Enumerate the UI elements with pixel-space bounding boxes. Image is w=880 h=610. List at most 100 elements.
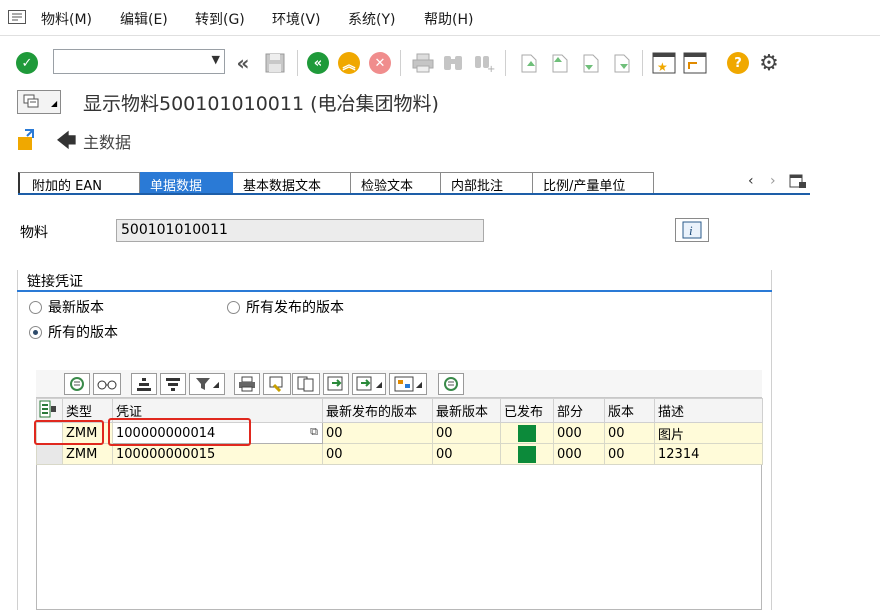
released-cell[interactable] — [500, 443, 554, 465]
export-icon[interactable] — [292, 373, 320, 395]
table-row[interactable]: ZMM 100000000015 00 00 000 00 12314 — [36, 443, 763, 465]
description-cell[interactable]: 12314 — [654, 443, 763, 465]
radio-label: 所有发布的版本 — [246, 300, 344, 316]
tab-list-icon[interactable] — [789, 173, 807, 193]
latest-released-cell[interactable]: 00 — [322, 422, 433, 444]
column-header[interactable]: 类型 — [62, 398, 113, 423]
radio-button[interactable] — [227, 300, 240, 314]
column-header[interactable]: 已发布 — [500, 398, 554, 423]
back-circle-icon[interactable]: « — [305, 50, 331, 76]
create-session-icon[interactable]: ★ — [651, 50, 677, 76]
document-cell[interactable]: 100000000014 ⧉ — [112, 422, 323, 444]
column-header[interactable]: 最新发布的版本 — [322, 398, 433, 423]
filter-icon[interactable]: ◢ — [189, 373, 225, 395]
find-icon[interactable] — [440, 50, 466, 76]
other-material-icon[interactable] — [17, 129, 39, 151]
tab-proportion-units[interactable]: 比例/产量单位 — [533, 172, 654, 194]
document-cell[interactable]: 100000000015 — [112, 443, 323, 465]
previous-page-icon[interactable] — [547, 50, 573, 76]
graphic-icon[interactable]: ◢ — [389, 373, 427, 395]
column-header[interactable]: 部分 — [553, 398, 605, 423]
print-icon[interactable] — [410, 50, 436, 76]
toolbar-separator — [505, 50, 506, 76]
find-next-icon[interactable]: + — [471, 50, 497, 76]
menu-bar: 物料(M) 编辑(E) 转到(G) 环境(V) 系统(Y) 帮助(H) — [0, 0, 880, 36]
back-icon[interactable]: « — [230, 50, 256, 76]
column-header[interactable]: 版本 — [604, 398, 655, 423]
arrow-left-icon[interactable]: 🡄 — [56, 130, 77, 150]
latest-version-cell[interactable]: 00 — [432, 422, 501, 444]
tab-inspection-text[interactable]: 检验文本 — [351, 172, 441, 194]
radio-all-versions[interactable]: 所有的版本 — [29, 322, 118, 342]
menu-system[interactable]: 系统(Y) — [348, 9, 395, 29]
glasses-icon[interactable] — [93, 373, 121, 395]
sort-ascending-icon[interactable] — [131, 373, 157, 395]
command-input[interactable] — [57, 50, 205, 72]
select-layout-icon[interactable]: ◢ — [352, 373, 386, 395]
group-title: 链接凭证 — [27, 274, 83, 290]
svg-text:★: ★ — [657, 60, 668, 74]
shortcut-icon[interactable] — [682, 50, 708, 76]
radio-all-released[interactable]: 所有发布的版本 — [227, 297, 344, 317]
row-selector[interactable] — [36, 443, 63, 465]
info-button[interactable]: i — [675, 218, 709, 242]
sort-descending-icon[interactable] — [160, 373, 186, 395]
tab-internal-comment[interactable]: 内部批注 — [441, 172, 533, 194]
radio-label: 所有的版本 — [48, 325, 118, 341]
latest-version-cell[interactable]: 00 — [432, 443, 501, 465]
print-icon[interactable] — [234, 373, 260, 395]
enter-icon[interactable]: ✓ — [14, 50, 40, 76]
select-all-cell[interactable] — [36, 398, 63, 423]
version-cell[interactable]: 00 — [604, 422, 655, 444]
row-selector[interactable] — [36, 422, 63, 444]
part-cell[interactable]: 000 — [553, 443, 605, 465]
column-header[interactable]: 描述 — [654, 398, 763, 423]
menu-icon[interactable] — [8, 10, 26, 24]
tab-additional-ean[interactable]: 附加的 EAN — [18, 172, 140, 194]
tab-document-data[interactable]: 单据数据 — [140, 172, 233, 194]
layout-icon[interactable] — [323, 373, 349, 395]
radio-latest-version[interactable]: 最新版本 — [29, 297, 104, 317]
tab-underline — [18, 193, 810, 195]
version-cell[interactable]: 00 — [604, 443, 655, 465]
radio-button[interactable] — [29, 300, 42, 314]
menu-goto[interactable]: 转到(G) — [195, 9, 245, 29]
command-field[interactable]: ▼ — [53, 49, 225, 74]
save-icon[interactable] — [262, 50, 288, 76]
table-header-row: 类型 凭证 最新发布的版本 最新版本 已发布 部分 版本 描述 — [36, 398, 763, 423]
menu-help[interactable]: 帮助(H) — [424, 9, 473, 29]
latest-released-cell[interactable]: 00 — [322, 443, 433, 465]
radio-label: 最新版本 — [48, 300, 104, 316]
last-page-icon[interactable] — [609, 50, 635, 76]
type-cell[interactable]: ZMM — [62, 422, 113, 444]
tab-basic-data-text[interactable]: 基本数据文本 — [233, 172, 351, 194]
information-icon[interactable] — [438, 373, 464, 395]
menu-environment[interactable]: 环境(V) — [272, 9, 321, 29]
screen-menu-button[interactable]: ◢ — [17, 90, 61, 114]
menu-edit[interactable]: 编辑(E) — [120, 9, 168, 29]
customize-icon[interactable]: ⚙ — [756, 50, 782, 76]
part-cell[interactable]: 000 — [553, 422, 605, 444]
material-label: 物料 — [20, 225, 48, 241]
exit-icon[interactable]: ︽ — [336, 50, 362, 76]
released-cell[interactable] — [500, 422, 554, 444]
table-row[interactable]: ZMM 100000000014 ⧉ 00 00 000 00 图片 — [36, 422, 763, 444]
cancel-icon[interactable]: ✕ — [367, 50, 393, 76]
first-page-icon[interactable] — [516, 50, 542, 76]
tab-scroll-left-icon[interactable]: ‹ — [748, 173, 754, 189]
details-icon[interactable] — [64, 373, 90, 395]
menu-material[interactable]: 物料(M) — [41, 9, 92, 29]
search-help-icon[interactable]: ⧉ — [310, 425, 318, 439]
main-data-button[interactable]: 主数据 — [83, 129, 131, 153]
tab-scroll-right-icon[interactable]: › — [770, 173, 776, 189]
view-icon[interactable] — [263, 373, 291, 395]
description-cell[interactable]: 图片 — [654, 422, 763, 444]
radio-button[interactable] — [29, 325, 42, 339]
material-field: 500101010011 — [116, 219, 484, 242]
help-icon[interactable]: ? — [725, 50, 751, 76]
type-cell[interactable]: ZMM — [62, 443, 113, 465]
column-header[interactable]: 凭证 — [112, 398, 323, 423]
next-page-icon[interactable] — [578, 50, 604, 76]
chevron-down-icon[interactable]: ▼ — [212, 53, 220, 66]
column-header[interactable]: 最新版本 — [432, 398, 501, 423]
